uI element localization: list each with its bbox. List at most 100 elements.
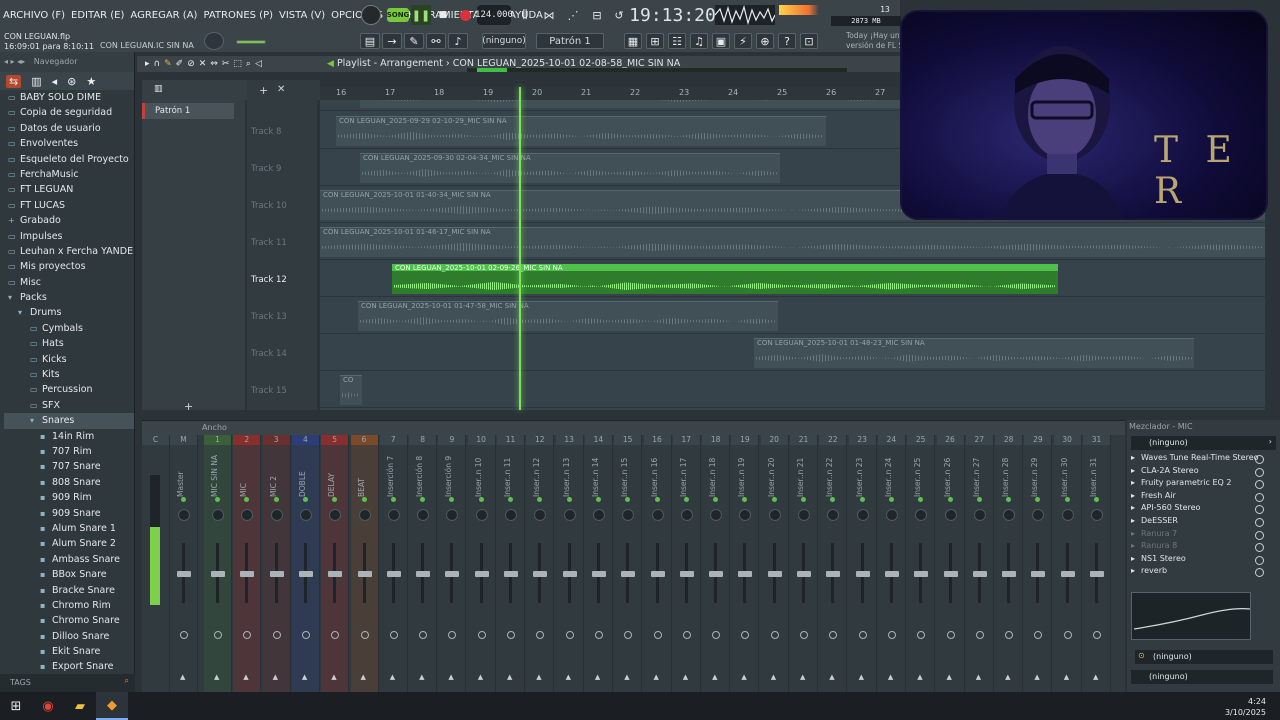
mixer-strip[interactable]: 5 DELAY ▲ [321, 435, 350, 693]
browser-arrows-icon[interactable]: ◂ ▸ ◂▸ [4, 57, 25, 66]
mixer-led-icon[interactable] [888, 497, 894, 502]
mixer-led-icon[interactable] [390, 497, 396, 502]
pan-knob[interactable] [1032, 509, 1045, 521]
pan-knob[interactable] [475, 509, 488, 521]
send-arrow-icon[interactable]: ▲ [859, 673, 864, 681]
browser-item[interactable]: ▭ BABY SOLO DIME [4, 90, 134, 105]
mixer-input-select[interactable]: (ninguno) › [1131, 436, 1276, 450]
stop-button[interactable]: ■ [433, 5, 453, 25]
mixer-icon[interactable]: ☷ [668, 33, 686, 49]
chrome-icon[interactable]: ◉ [32, 692, 64, 720]
stamp-icon[interactable]: ♪ [448, 33, 468, 49]
mixer-led-icon[interactable] [713, 497, 719, 502]
browser-item[interactable]: ▪ 707 Snare [4, 459, 134, 474]
slot-toggle-icon[interactable] [1255, 517, 1264, 527]
route-icon[interactable] [1034, 631, 1043, 639]
browser-item[interactable]: ▭ Percussion [4, 382, 134, 397]
track-lane[interactable]: CON LEGUAN_2025-10-01 02-09-26_MIC SIN N… [320, 260, 1265, 297]
pattern-selector[interactable]: (ninguno) [482, 33, 526, 49]
effect-slot[interactable]: ▸ API-560 Stereo [1127, 503, 1280, 516]
browser-item[interactable]: ▪ BBox Snare [4, 567, 134, 582]
pan-knob[interactable] [592, 509, 605, 521]
browser-item[interactable]: ▾ Packs [4, 290, 134, 305]
send-arrow-icon[interactable]: ▲ [419, 673, 424, 681]
mixer-led-icon[interactable] [537, 497, 543, 502]
windows-start-icon[interactable]: ⊞ [0, 692, 32, 720]
volume-fader-cap[interactable] [298, 571, 313, 577]
browser-item[interactable]: ▪ Alum Snare 1 [4, 521, 134, 536]
mixer-strip[interactable]: 12 Inser..n 12 ▲ [526, 435, 555, 693]
pan-knob[interactable] [534, 509, 547, 521]
slot-toggle-icon[interactable] [1255, 555, 1264, 565]
pan-knob[interactable] [446, 509, 459, 521]
pan-knob[interactable] [563, 509, 576, 521]
wait-input-icon[interactable]: ⋈ [539, 5, 559, 25]
volume-fader-cap[interactable] [211, 571, 225, 577]
mixer-led-icon[interactable] [273, 497, 279, 502]
route-icon[interactable] [565, 631, 574, 639]
send-arrow-icon[interactable]: ▲ [478, 673, 483, 681]
browser-item[interactable]: ▪ 909 Snare [4, 506, 134, 521]
add-channel-icon[interactable]: + [184, 400, 193, 413]
mixer-strip[interactable]: 18 Inser..n 18 ▲ [702, 435, 731, 693]
mixer-led-icon[interactable] [654, 497, 660, 502]
search-icon[interactable]: ⌕ [125, 676, 129, 686]
send-arrow-icon[interactable]: ▲ [654, 673, 659, 681]
tags-bar[interactable]: TAGS ⌕ [0, 674, 135, 692]
pan-knob[interactable] [944, 509, 957, 521]
browser-item[interactable]: ▪ Bracke Snare [4, 583, 134, 598]
menu-item-0[interactable]: ARCHIVO (F) [0, 10, 68, 21]
menu-item-3[interactable]: PATRONES (P) [200, 10, 276, 21]
file-tab-icon[interactable]: ▥ [31, 75, 41, 88]
slot-toggle-icon[interactable] [1255, 480, 1264, 490]
cart-icon[interactable]: ⊡ [800, 33, 818, 49]
volume-fader-cap[interactable] [1031, 571, 1046, 577]
pattern-picker[interactable]: Patrón 1 [536, 33, 604, 49]
track-name[interactable]: Track 10 [251, 201, 287, 211]
pan-knob[interactable] [299, 509, 312, 521]
send-arrow-icon[interactable]: ▲ [243, 673, 248, 681]
browser-item[interactable]: ▪ Export Snare [4, 659, 134, 674]
browser-item[interactable]: ▭ SFX [4, 398, 134, 413]
browser-item[interactable]: ▭ Mis proyectos [4, 259, 134, 274]
pan-knob[interactable] [1061, 509, 1074, 521]
pan-knob[interactable] [856, 509, 869, 521]
route-icon[interactable] [829, 631, 838, 639]
mixer-strip[interactable]: 21 Inser..n 21 ▲ [790, 435, 818, 693]
volume-fader-cap[interactable] [591, 571, 606, 577]
send-arrow-icon[interactable]: ▲ [683, 673, 688, 681]
tempo-display[interactable]: 124.000 [475, 5, 513, 25]
track-name[interactable]: Track 11 [251, 238, 287, 248]
mixer-led-icon[interactable] [1064, 497, 1070, 502]
pan-knob[interactable] [680, 509, 693, 521]
slip-icon[interactable]: ⇔ [210, 59, 218, 69]
mixer-strip[interactable]: 24 Inser..n 24 ▲ [877, 435, 906, 693]
browser-item[interactable]: ▭ Leuhan x Fercha YANDERE [4, 244, 134, 259]
mixer-strip[interactable]: 15 Inser..n 15 ▲ [614, 435, 643, 693]
browser-item[interactable]: ▪ 808 Snare [4, 475, 134, 490]
track-name[interactable]: Track 15 [251, 386, 287, 396]
metronome-icon[interactable]: ⫼ [515, 5, 535, 25]
slot-toggle-icon[interactable] [1255, 568, 1264, 578]
route-icon[interactable] [594, 631, 603, 639]
send-arrow-icon[interactable]: ▲ [361, 673, 366, 681]
browser-item[interactable]: ▭ Envolventes [4, 136, 134, 151]
mixer-strip[interactable]: 31 Inser..n 31 ▲ [1083, 435, 1111, 693]
route-icon[interactable] [419, 631, 428, 639]
menu-item-2[interactable]: AGREGAR (A) [127, 10, 200, 21]
pan-knob[interactable] [1003, 509, 1016, 521]
send-arrow-icon[interactable]: ▲ [1064, 673, 1069, 681]
mixer-led-icon[interactable] [976, 497, 982, 502]
volume-fader-cap[interactable] [621, 571, 636, 577]
volume-fader-cap[interactable] [855, 571, 870, 577]
volume-fader-cap[interactable] [914, 571, 929, 577]
draw-icon[interactable]: ✎ [164, 59, 172, 69]
mixer-strip[interactable]: 10 Inser..n 10 ▲ [467, 435, 496, 693]
browser-icon[interactable]: ▣ [712, 33, 730, 49]
mixer-strip[interactable]: 1 MIC SIN NA ▲ [204, 435, 232, 693]
volume-fader-cap[interactable] [445, 571, 460, 577]
browser-item[interactable]: ▪ Chromo Rim [4, 598, 134, 613]
effect-slot[interactable]: ▸ Fruity parametric EQ 2 [1127, 478, 1280, 491]
route-icon[interactable] [1005, 631, 1014, 639]
volume-fader-cap[interactable] [1060, 571, 1075, 577]
